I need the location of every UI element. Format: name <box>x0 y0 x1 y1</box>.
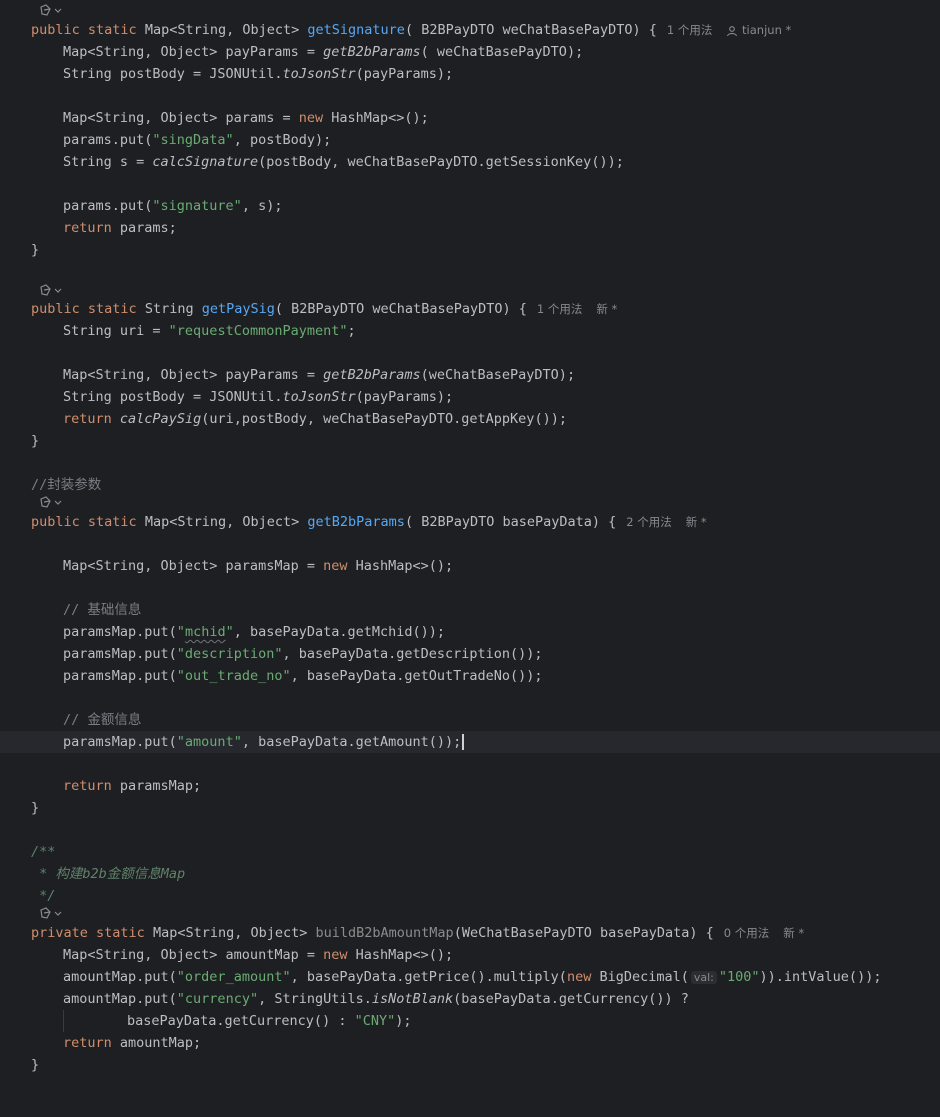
author-hint[interactable]: 新 * <box>783 926 804 940</box>
code-line: basePayData.getCurrency() : "CNY"); <box>127 1013 412 1029</box>
usages-hint[interactable]: 1 个用法 <box>667 23 712 37</box>
code-line: paramsMap.put("description", basePayData… <box>63 646 543 662</box>
code-line: } <box>31 1057 40 1073</box>
user-icon <box>727 25 738 36</box>
method-signature: public static Map<String, Object> getB2b… <box>31 514 707 530</box>
usages-hint[interactable]: 2 个用法 <box>626 515 671 529</box>
code-line: } <box>31 242 40 258</box>
code-line: String uri = "requestCommonPayment"; <box>63 323 356 339</box>
doc-comment: * 构建b2b金额信息Map <box>31 866 186 882</box>
usages-hint[interactable]: 0 个用法 <box>724 926 769 940</box>
code-line: paramsMap.put("mchid", basePayData.getMc… <box>63 624 446 640</box>
usages-hint[interactable]: 1 个用法 <box>537 302 582 316</box>
code-line: return params; <box>63 220 177 236</box>
line-comment: //封装参数 <box>31 477 102 493</box>
code-line: } <box>31 433 40 449</box>
typo-warning[interactable]: mchid <box>185 624 226 640</box>
code-line: Map<String, Object> paramsMap = new Hash… <box>63 558 454 574</box>
text-caret <box>462 734 465 750</box>
code-line: Map<String, Object> params = new HashMap… <box>63 110 429 126</box>
code-line: String s = calcSignature(postBody, weCha… <box>63 154 624 170</box>
code-line: amountMap.put("order_amount", basePayDat… <box>63 969 882 985</box>
code-line: paramsMap.put("out_trade_no", basePayDat… <box>63 668 543 684</box>
author-hint[interactable]: 新 * <box>686 515 707 529</box>
code-line: } <box>31 800 40 816</box>
code-line: Map<String, Object> payParams = getB2bPa… <box>63 367 576 383</box>
line-comment: // 金额信息 <box>63 712 142 728</box>
param-inlay-hint: val: <box>690 971 717 984</box>
code-line: return paramsMap; <box>63 778 202 794</box>
author-hint[interactable]: tianjun * <box>726 23 791 37</box>
method-signature: public static String getPaySig( B2BPayDT… <box>31 301 618 317</box>
code-line: String postBody = JSONUtil.toJsonStr(pay… <box>63 66 454 82</box>
method-name[interactable]: buildB2bAmountMap <box>316 925 454 941</box>
method-name[interactable]: getB2bParams <box>307 514 405 530</box>
doc-comment: */ <box>31 888 56 904</box>
line-comment: // 基础信息 <box>63 602 142 618</box>
method-name[interactable]: getSignature <box>307 22 405 38</box>
author-hint[interactable]: 新 * <box>596 302 617 316</box>
method-name[interactable]: getPaySig <box>202 301 275 317</box>
method-signature: private static Map<String, Object> build… <box>31 925 805 941</box>
ai-gutter-icon[interactable] <box>38 905 64 923</box>
code-line: return calcPaySig(uri,postBody, weChatBa… <box>63 411 567 427</box>
ai-gutter-icon[interactable] <box>38 494 64 512</box>
code-line: amountMap.put("currency", StringUtils.is… <box>63 991 689 1007</box>
current-line[interactable]: paramsMap.put("amount", basePayData.getA… <box>0 731 940 753</box>
code-line: String postBody = JSONUtil.toJsonStr(pay… <box>63 389 454 405</box>
code-line: Map<String, Object> payParams = getB2bPa… <box>63 44 584 60</box>
code-line: return amountMap; <box>63 1035 202 1051</box>
code-line: params.put("signature", s); <box>63 198 283 214</box>
code-line: Map<String, Object> amountMap = new Hash… <box>63 947 454 963</box>
ai-gutter-icon[interactable] <box>38 2 64 20</box>
doc-comment: /** <box>31 844 56 860</box>
code-line: params.put("singData", postBody); <box>63 132 332 148</box>
method-signature: public static Map<String, Object> getSig… <box>31 22 792 38</box>
